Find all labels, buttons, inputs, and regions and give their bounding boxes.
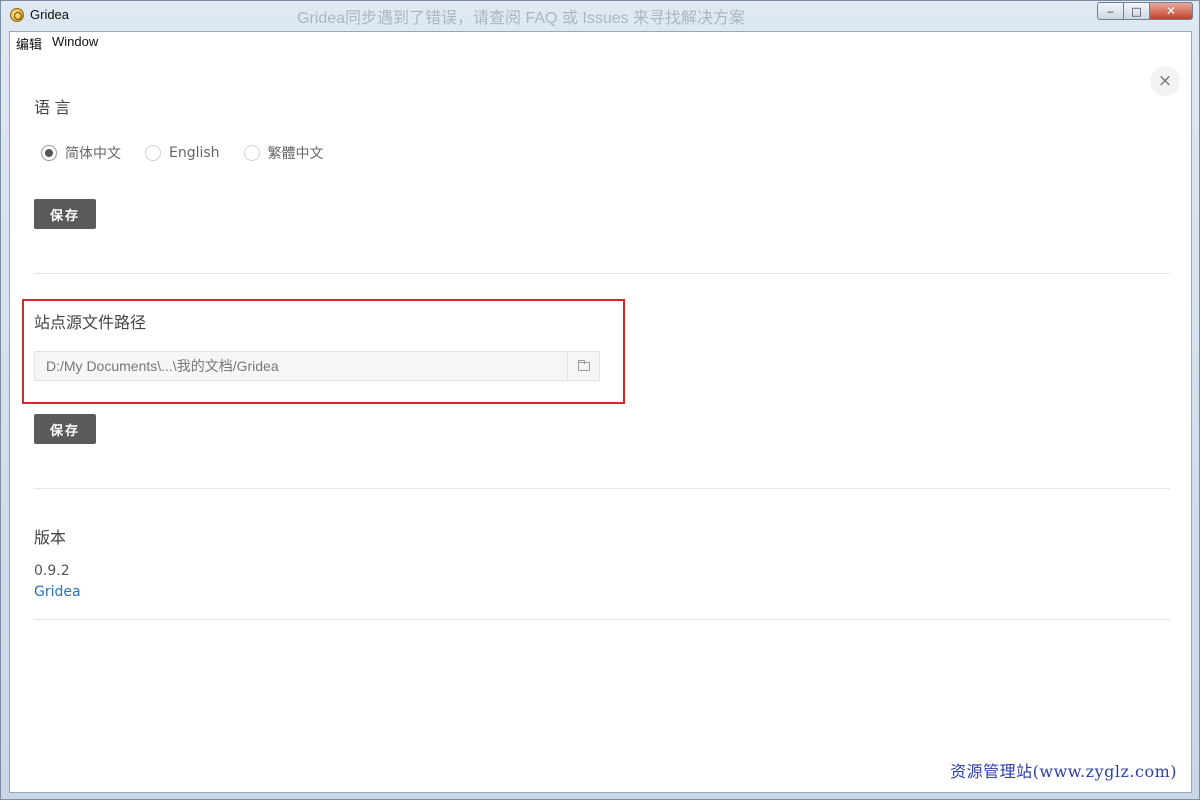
title-bar[interactable]: Gridea Gridea同步遇到了错误，请查阅 FAQ 或 Issues 来寻…	[1, 1, 1199, 31]
app-window: Gridea Gridea同步遇到了错误，请查阅 FAQ 或 Issues 来寻…	[0, 0, 1200, 800]
gridea-link[interactable]: Gridea	[34, 584, 81, 600]
radio-unchecked-icon	[145, 145, 161, 161]
version-number: 0.9.2	[34, 563, 70, 579]
browse-folder-button[interactable]	[567, 352, 599, 380]
radio-english[interactable]: English	[145, 145, 220, 161]
source-path-value: D:/My Documents\...\我的文档/Gridea	[46, 358, 279, 374]
save-language-button[interactable]: 保存	[34, 199, 96, 229]
language-section-title: 语 言	[34, 100, 71, 117]
menu-window[interactable]: Window	[52, 34, 98, 49]
minimize-button[interactable]: ‒	[1097, 2, 1124, 20]
radio-unchecked-icon	[243, 145, 260, 161]
radio-checked-icon	[41, 145, 57, 161]
source-path-field[interactable]: D:/My Documents\...\我的文档/Gridea	[34, 351, 600, 381]
radio-label: 繁體中文	[267, 146, 324, 162]
gridea-app-icon	[10, 8, 24, 22]
close-window-button[interactable]: ✕	[1149, 2, 1193, 20]
close-settings-button[interactable]: ×	[1150, 66, 1180, 96]
section-divider	[34, 488, 1170, 489]
save-path-button[interactable]: 保存	[34, 414, 96, 444]
source-path-section-title: 站点源文件路径	[34, 315, 147, 332]
menu-bar: 编辑 Window	[10, 32, 1191, 52]
sync-error-notice: Gridea同步遇到了错误，请查阅 FAQ 或 Issues 来寻找解决方案	[297, 10, 746, 27]
close-icon: ×	[1157, 71, 1173, 91]
radio-label: English	[169, 145, 220, 161]
maximize-button[interactable]: □	[1123, 2, 1150, 20]
client-area: 编辑 Window × 语 言 简体中文 English 繁體中文 保存 站点源…	[9, 31, 1192, 793]
folder-icon	[577, 359, 590, 371]
language-radio-group: 简体中文 English 繁體中文	[41, 143, 348, 163]
section-divider	[34, 273, 1170, 274]
radio-simplified-chinese[interactable]: 简体中文	[41, 143, 121, 163]
window-title: Gridea	[30, 7, 70, 22]
version-section-title: 版本	[34, 530, 67, 547]
menu-edit[interactable]: 编辑	[16, 34, 42, 53]
section-divider	[34, 619, 1170, 620]
radio-traditional-chinese[interactable]: 繁體中文	[243, 143, 324, 163]
watermark-text: 资源管理站(www.zyglz.com)	[950, 762, 1177, 781]
radio-label: 简体中文	[65, 146, 121, 162]
window-controls: ‒ □ ✕	[1097, 2, 1193, 20]
